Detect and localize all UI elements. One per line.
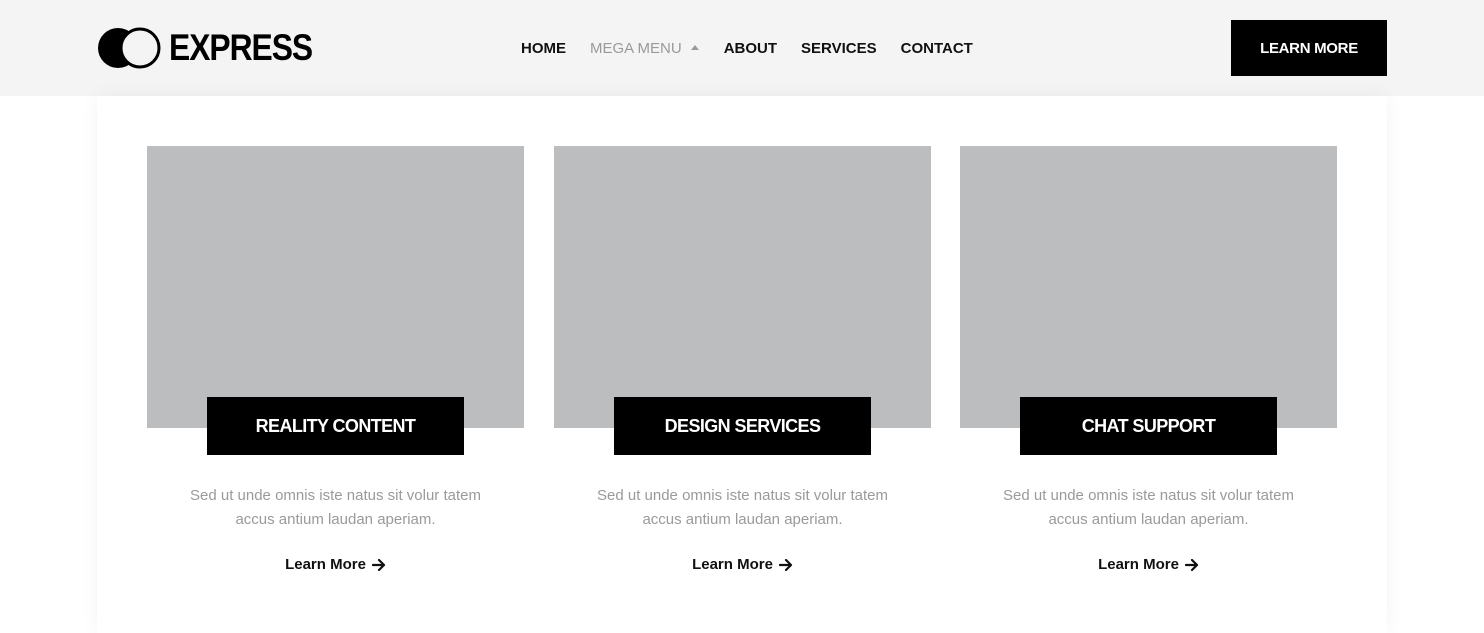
card-description: Sed ut unde omnis iste natus sit volur t… [597, 487, 888, 528]
card-link-label: Learn More [692, 556, 773, 573]
nav-item-about[interactable]: ABOUT [724, 40, 777, 57]
card-learn-more-link[interactable]: Learn More [147, 556, 524, 573]
service-card: DESIGN SERVICES Sed ut unde omnis iste n… [554, 146, 931, 606]
overlapping-circles-logo-icon [98, 27, 161, 69]
image-placeholder [147, 146, 524, 428]
arrow-right-icon [371, 558, 386, 571]
arrow-right-icon [778, 558, 793, 571]
nav-item-home[interactable]: HOME [521, 40, 566, 57]
card-learn-more-link[interactable]: Learn More [960, 556, 1337, 573]
card-title: DESIGN SERVICES [614, 397, 871, 455]
image-placeholder [554, 146, 931, 428]
nav-item-services[interactable]: SERVICES [801, 40, 877, 57]
nav-item-mega-menu[interactable]: MEGA MENU [590, 40, 699, 57]
service-card: REALITY CONTENT Sed ut unde omnis iste n… [147, 146, 524, 606]
main-nav: HOME MEGA MENU ABOUT SERVICES CONTACT [521, 38, 973, 58]
logo-text: EXPRESS [169, 27, 313, 68]
card-link-label: Learn More [285, 556, 366, 573]
caret-up-icon [690, 45, 699, 50]
learn-more-button[interactable]: LEARN MORE [1231, 20, 1387, 76]
card-description: Sed ut unde omnis iste natus sit volur t… [1003, 487, 1294, 528]
card-description: Sed ut unde omnis iste natus sit volur t… [190, 487, 481, 528]
nav-item-mega-menu-label: MEGA MENU [590, 39, 682, 57]
card-title: CHAT SUPPORT [1020, 397, 1277, 455]
arrow-right-icon [1184, 558, 1199, 571]
nav-item-contact[interactable]: CONTACT [901, 40, 973, 57]
site-header: EXPRESS HOME MEGA MENU ABOUT SERVICES CO… [0, 0, 1484, 96]
services-panel: REALITY CONTENT Sed ut unde omnis iste n… [97, 96, 1387, 633]
card-link-label: Learn More [1098, 556, 1179, 573]
logo-link[interactable]: EXPRESS [97, 27, 335, 69]
image-placeholder [960, 146, 1337, 428]
card-learn-more-link[interactable]: Learn More [554, 556, 931, 573]
card-title: REALITY CONTENT [207, 397, 464, 455]
service-card: CHAT SUPPORT Sed ut unde omnis iste natu… [960, 146, 1337, 606]
